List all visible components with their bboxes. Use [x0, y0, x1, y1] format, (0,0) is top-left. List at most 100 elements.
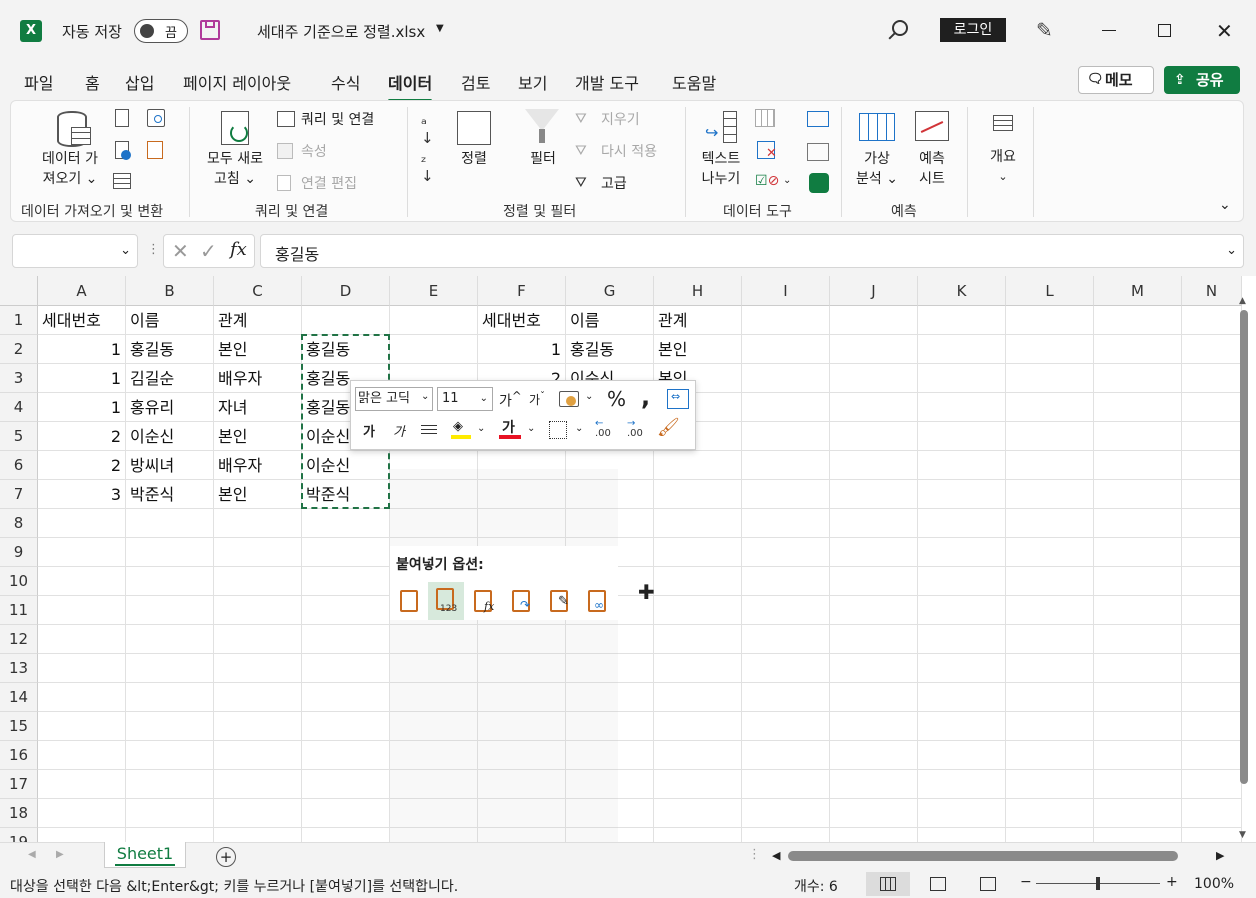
cell-i15[interactable]: [742, 712, 830, 741]
cell-d15[interactable]: [302, 712, 390, 741]
cell-n6[interactable]: [1182, 451, 1242, 480]
cell-j18[interactable]: [830, 799, 918, 828]
cell-b18[interactable]: [126, 799, 214, 828]
paste-formatting-button[interactable]: ✎: [542, 582, 576, 620]
row-header-14[interactable]: 14: [0, 683, 38, 712]
cell-j2[interactable]: [830, 335, 918, 364]
cell-n19[interactable]: [1182, 828, 1242, 842]
cell-l16[interactable]: [1006, 741, 1094, 770]
cell-c14[interactable]: [214, 683, 302, 712]
cell-k16[interactable]: [918, 741, 1006, 770]
cell-j8[interactable]: [830, 509, 918, 538]
chevron-down-icon[interactable]: ⌄: [783, 175, 791, 186]
horizontal-scroll-thumb[interactable]: [788, 851, 1178, 861]
cell-d18[interactable]: [302, 799, 390, 828]
cell-j11[interactable]: [830, 596, 918, 625]
cell-i8[interactable]: [742, 509, 830, 538]
cell-k9[interactable]: [918, 538, 1006, 567]
cell-l2[interactable]: [1006, 335, 1094, 364]
relationships-icon[interactable]: [807, 143, 829, 161]
cell-l17[interactable]: [1006, 770, 1094, 799]
cell-j17[interactable]: [830, 770, 918, 799]
paste-transpose-button[interactable]: ↷: [504, 582, 538, 620]
cell-i10[interactable]: [742, 567, 830, 596]
cell-n15[interactable]: [1182, 712, 1242, 741]
bold-icon[interactable]: 가: [363, 421, 375, 440]
cell-h7[interactable]: [654, 480, 742, 509]
chevron-down-icon[interactable]: ⌄: [575, 423, 583, 434]
zoom-out-icon[interactable]: −: [1020, 874, 1032, 890]
cell-a19[interactable]: [38, 828, 126, 842]
cell-d12[interactable]: [302, 625, 390, 654]
align-center-icon[interactable]: [421, 423, 437, 437]
column-header-n[interactable]: N: [1182, 276, 1242, 306]
queries-connections-button[interactable]: 쿼리 및 연결: [301, 109, 374, 129]
outline-button[interactable]: 개요 ⌄: [981, 147, 1025, 187]
cell-m3[interactable]: [1094, 364, 1182, 393]
cell-a7[interactable]: 3: [38, 480, 126, 509]
cell-a1[interactable]: 세대번호: [38, 306, 126, 335]
vertical-scrollbar[interactable]: ▲ ▼: [1238, 296, 1250, 842]
cell-n14[interactable]: [1182, 683, 1242, 712]
cell-i11[interactable]: [742, 596, 830, 625]
row-header-6[interactable]: 6: [0, 451, 38, 480]
font-size-select[interactable]: 11 ⌄: [437, 387, 493, 411]
row-header-10[interactable]: 10: [0, 567, 38, 596]
collapse-ribbon-icon[interactable]: ⌄: [1219, 197, 1231, 213]
cell-k15[interactable]: [918, 712, 1006, 741]
cell-n16[interactable]: [1182, 741, 1242, 770]
row-header-3[interactable]: 3: [0, 364, 38, 393]
normal-view-icon[interactable]: [866, 872, 910, 896]
row-header-12[interactable]: 12: [0, 625, 38, 654]
accounting-format-icon[interactable]: [559, 391, 579, 407]
cell-j13[interactable]: [830, 654, 918, 683]
cell-m4[interactable]: [1094, 393, 1182, 422]
cell-n12[interactable]: [1182, 625, 1242, 654]
pen-icon[interactable]: ✎: [1036, 18, 1060, 42]
cell-k19[interactable]: [918, 828, 1006, 842]
cell-c12[interactable]: [214, 625, 302, 654]
cell-n17[interactable]: [1182, 770, 1242, 799]
column-header-m[interactable]: M: [1094, 276, 1182, 306]
cell-i16[interactable]: [742, 741, 830, 770]
zoom-in-icon[interactable]: +: [1166, 874, 1178, 890]
cell-m1[interactable]: [1094, 306, 1182, 335]
cell-a18[interactable]: [38, 799, 126, 828]
cell-l15[interactable]: [1006, 712, 1094, 741]
remove-duplicates-icon[interactable]: ✕: [757, 141, 777, 161]
cell-a12[interactable]: [38, 625, 126, 654]
cell-c9[interactable]: [214, 538, 302, 567]
cell-l12[interactable]: [1006, 625, 1094, 654]
cell-h2[interactable]: 본인: [654, 335, 742, 364]
cell-h6[interactable]: [654, 451, 742, 480]
cell-m12[interactable]: [1094, 625, 1182, 654]
decrease-decimal-icon[interactable]: → .00: [627, 419, 643, 439]
cell-l6[interactable]: [1006, 451, 1094, 480]
cell-n5[interactable]: [1182, 422, 1242, 451]
cell-c2[interactable]: 본인: [214, 335, 302, 364]
increase-font-icon[interactable]: 가^: [499, 389, 522, 411]
cell-j1[interactable]: [830, 306, 918, 335]
memo-button[interactable]: 🗨 메모: [1078, 66, 1154, 94]
tab-insert[interactable]: 삽입: [125, 70, 154, 94]
column-header-f[interactable]: F: [478, 276, 566, 306]
cell-c17[interactable]: [214, 770, 302, 799]
cell-j3[interactable]: [830, 364, 918, 393]
zoom-level[interactable]: 100%: [1194, 876, 1234, 892]
cell-i18[interactable]: [742, 799, 830, 828]
cell-l4[interactable]: [1006, 393, 1094, 422]
cell-i6[interactable]: [742, 451, 830, 480]
cell-n1[interactable]: [1182, 306, 1242, 335]
page-layout-view-icon[interactable]: [930, 877, 946, 891]
zoom-thumb[interactable]: [1096, 877, 1100, 890]
cell-k6[interactable]: [918, 451, 1006, 480]
cell-k3[interactable]: [918, 364, 1006, 393]
column-header-h[interactable]: H: [654, 276, 742, 306]
row-header-8[interactable]: 8: [0, 509, 38, 538]
cell-j7[interactable]: [830, 480, 918, 509]
cell-d8[interactable]: [302, 509, 390, 538]
cell-e2[interactable]: [390, 335, 478, 364]
chevron-down-icon[interactable]: ⌄: [120, 243, 131, 258]
cell-a2[interactable]: 1: [38, 335, 126, 364]
cell-l3[interactable]: [1006, 364, 1094, 393]
